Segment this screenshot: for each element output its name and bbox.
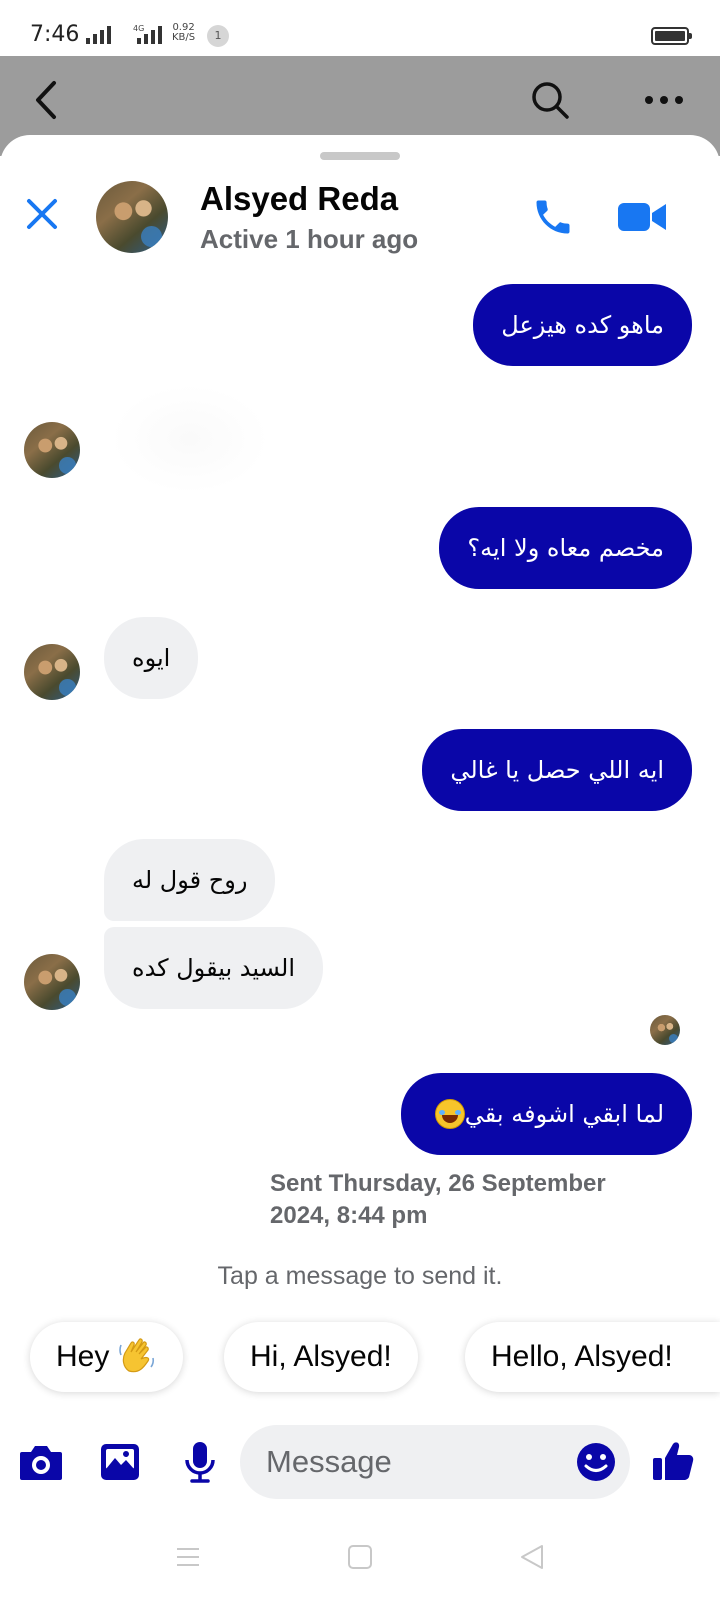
camera-icon[interactable] <box>16 1437 66 1487</box>
status-bar: 7:46 4G 0.92 KB/S 1 <box>0 0 720 56</box>
search-icon[interactable] <box>526 76 574 124</box>
home-icon[interactable] <box>340 1537 380 1577</box>
contact-status: Active 1 hour ago <box>200 224 419 254</box>
signal-icon <box>86 26 111 44</box>
image-icon[interactable] <box>95 1437 145 1487</box>
message-incoming[interactable]: ايوه <box>104 617 199 699</box>
message-text: ايه اللي حصل يا غالي <box>450 756 664 784</box>
contact-avatar[interactable] <box>96 181 168 253</box>
message-incoming[interactable]: السيد بيقول كده <box>104 927 323 1009</box>
phone-icon[interactable] <box>528 192 578 242</box>
tap-hint: Tap a message to send it. <box>217 1262 503 1290</box>
message-outgoing[interactable]: مخصم معاه ولا ايه؟ <box>439 507 692 589</box>
message-text: ايوه <box>132 644 171 672</box>
speed-unit: KB/S <box>172 32 196 43</box>
seen-avatar <box>650 1015 680 1045</box>
status-time: 7:46 <box>30 22 80 47</box>
message-outgoing[interactable]: ماهو كده هيزعل <box>473 284 692 366</box>
network-speed: 0.92 KB/S <box>172 23 195 43</box>
contact-name[interactable]: Alsyed Reda <box>200 180 398 218</box>
thumbs-up-icon[interactable] <box>648 1437 698 1487</box>
contact-avatar-small[interactable] <box>24 644 80 700</box>
message-outgoing[interactable]: ايه اللي حصل يا غالي <box>422 729 692 811</box>
microphone-icon[interactable] <box>175 1437 225 1487</box>
message-text: لما ابقي اشوفه بقي <box>464 1100 664 1128</box>
more-icon[interactable] <box>640 80 688 120</box>
close-icon[interactable] <box>20 192 64 236</box>
quick-reply-label: Hello, Alsyed! <box>491 1340 673 1373</box>
sent-timestamp: Sent Thursday, 26 September 2024, 8:44 p… <box>270 1170 606 1229</box>
quick-reply-hi[interactable]: Hi, Alsyed! <box>224 1322 418 1392</box>
drag-handle[interactable] <box>320 152 400 160</box>
menu-icon[interactable] <box>168 1537 208 1577</box>
video-icon[interactable] <box>614 192 670 242</box>
notification-badge: 1 <box>207 25 229 47</box>
message-text: السيد بيقول كده <box>132 954 295 982</box>
laughing-emoji-icon <box>434 1099 465 1129</box>
quick-reply-label: Hey <box>56 1340 110 1373</box>
contact-avatar-small[interactable] <box>24 422 80 478</box>
contact-avatar-small[interactable] <box>24 954 80 1010</box>
quick-reply-hey[interactable]: Hey <box>30 1322 184 1392</box>
quick-reply-hello[interactable]: Hello, Alsyed! <box>465 1322 720 1392</box>
message-incoming[interactable]: روح قول له <box>104 839 276 921</box>
back-triangle-icon[interactable] <box>512 1537 552 1577</box>
sticker-message[interactable] <box>110 384 270 494</box>
back-icon[interactable] <box>26 76 66 124</box>
message-text: روح قول له <box>132 866 248 894</box>
quick-reply-label: Hi, Alsyed! <box>250 1340 392 1373</box>
message-text: ماهو كده هيزعل <box>501 311 664 339</box>
waving-hand-icon <box>117 1337 157 1377</box>
emoji-icon[interactable] <box>571 1437 621 1487</box>
message-text: مخصم معاه ولا ايه؟ <box>467 534 664 562</box>
message-outgoing[interactable]: لما ابقي اشوفه بقي <box>400 1073 692 1155</box>
signal-icon-2 <box>137 26 162 44</box>
battery-icon <box>651 27 692 45</box>
